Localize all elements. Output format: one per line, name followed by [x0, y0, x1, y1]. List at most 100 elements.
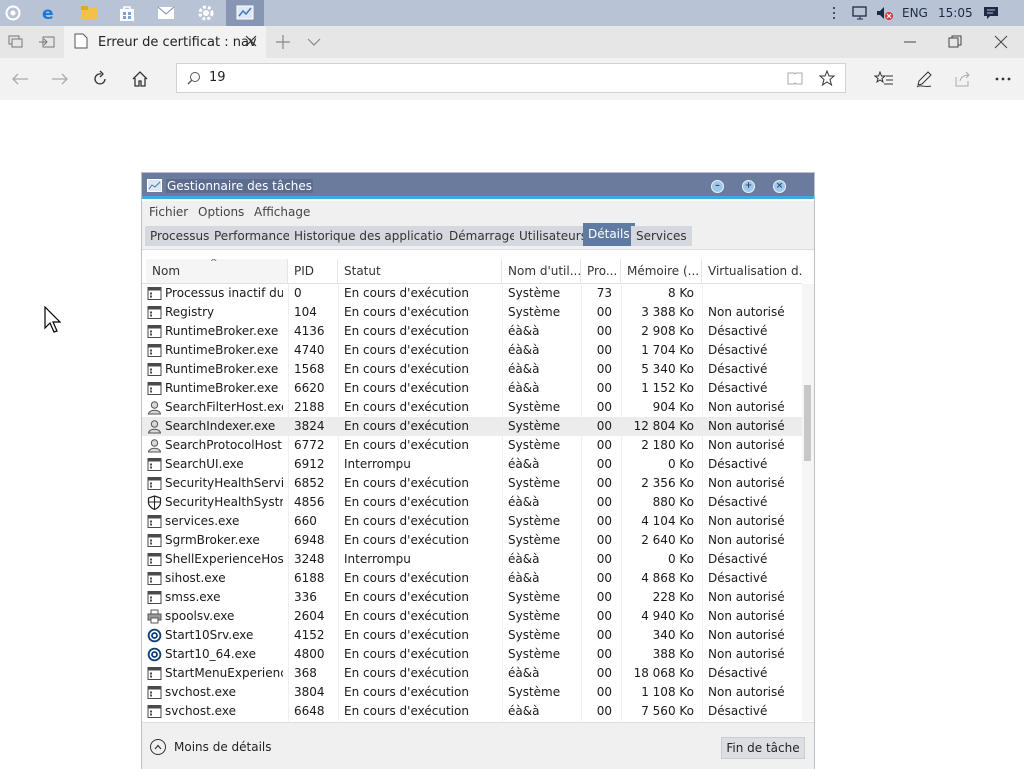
- process-virtualization: Désactivé: [708, 381, 768, 395]
- menu-options[interactable]: Options: [198, 205, 244, 219]
- tab-utilisateurs[interactable]: Utilisateurs: [514, 226, 592, 246]
- restore-icon[interactable]: [948, 35, 962, 52]
- reading-view-icon[interactable]: [787, 71, 803, 88]
- back-arrow-icon[interactable]: [8, 68, 32, 90]
- table-row[interactable]: spoolsv.exe 2604 En cours d'exécution Systè…: [142, 607, 802, 626]
- set-tabs-aside-icon[interactable]: [38, 35, 56, 52]
- table-row[interactable]: Registry 104 En cours d'exécution Système 00…: [142, 303, 802, 322]
- minimize-icon[interactable]: –: [711, 180, 724, 193]
- process-memory: 1 704 Ko: [641, 343, 694, 357]
- close-tab-icon[interactable]: [244, 34, 258, 51]
- home-icon[interactable]: [128, 68, 152, 90]
- table-row[interactable]: SearchProtocolHost.... 6772 En cours d'exé…: [142, 436, 802, 455]
- table-row[interactable]: RuntimeBroker.exe 6620 En cours d'exécutio…: [142, 379, 802, 398]
- menu-bar: Fichier Options Affichage: [142, 201, 814, 223]
- process-table-body: Processus inactif du ... 0 En cours d'exéc…: [142, 284, 802, 721]
- task-manager-titlebar[interactable]: Gestionnaire des tâches – + ×: [142, 173, 814, 199]
- table-row[interactable]: Processus inactif du ... 0 En cours d'exéc…: [142, 284, 802, 303]
- process-status: En cours d'exécution: [344, 476, 469, 490]
- table-row[interactable]: sihost.exe 6188 En cours d'exécution éà&à 00…: [142, 569, 802, 588]
- process-user: éà&à: [508, 495, 540, 509]
- table-row[interactable]: svchost.exe 3804 En cours d'exécution Systè…: [142, 683, 802, 702]
- language-indicator[interactable]: ENG: [902, 0, 928, 26]
- table-row[interactable]: RuntimeBroker.exe 4136 En cours d'exécutio…: [142, 322, 802, 341]
- column-header-memory[interactable]: Mémoire (...: [621, 259, 702, 283]
- more-options-icon[interactable]: [991, 68, 1015, 90]
- forward-arrow-icon[interactable]: [48, 68, 72, 90]
- table-row[interactable]: Start10_64.exe 4800 En cours d'exécution Sy…: [142, 645, 802, 664]
- process-name: RuntimeBroker.exe: [165, 343, 279, 357]
- column-header-statut[interactable]: Statut: [338, 259, 502, 283]
- tab-list-chevron-down-icon[interactable]: [307, 36, 321, 50]
- table-row[interactable]: Start10Srv.exe 4152 En cours d'exécution Sy…: [142, 626, 802, 645]
- tab-details[interactable]: Détails: [583, 223, 635, 246]
- edge-icon[interactable]: e: [39, 3, 59, 23]
- table-row[interactable]: SearchIndexer.exe 3824 En cours d'exécutio…: [142, 417, 802, 436]
- share-icon[interactable]: [951, 68, 975, 90]
- menu-fichier[interactable]: Fichier: [149, 205, 188, 219]
- tray-overflow-icon[interactable]: [831, 0, 837, 26]
- start-button[interactable]: [3, 3, 23, 23]
- favorites-hub-icon[interactable]: [872, 68, 896, 90]
- process-pid: 6852: [294, 476, 325, 490]
- table-row[interactable]: smss.exe 336 En cours d'exécution Système 00…: [142, 588, 802, 607]
- tab-demarrage[interactable]: Démarrage: [444, 226, 522, 246]
- task-manager-taskbar-icon[interactable]: [226, 0, 264, 26]
- table-row[interactable]: RuntimeBroker.exe 1568 En cours d'exécutio…: [142, 360, 802, 379]
- column-header-username[interactable]: Nom d'util...: [502, 259, 581, 283]
- pen-notes-icon[interactable]: [912, 68, 936, 90]
- process-pid: 104: [294, 305, 317, 319]
- scrollbar-thumb[interactable]: [804, 385, 811, 461]
- table-row[interactable]: svchost.exe 6648 En cours d'exécution éà&à 0…: [142, 702, 802, 721]
- mail-icon[interactable]: [156, 3, 176, 23]
- table-row[interactable]: SearchUI.exe 6912 Interrompu éà&à 00 0 Ko Désa…: [142, 455, 802, 474]
- new-tab-icon[interactable]: [275, 34, 291, 53]
- browser-tab-active[interactable]: Erreur de certificat : nav: [64, 26, 266, 58]
- search-user-icon: [147, 438, 162, 453]
- maximize-icon[interactable]: +: [742, 180, 755, 193]
- table-row[interactable]: SearchFilterHost.exe 2188 En cours d'exécu…: [142, 398, 802, 417]
- store-icon[interactable]: [117, 3, 137, 23]
- tab-preview-icon[interactable]: [8, 35, 24, 52]
- column-header-cpu[interactable]: Pro...: [581, 259, 621, 283]
- tab-processus[interactable]: Processus: [145, 226, 215, 246]
- process-user: Système: [508, 514, 561, 528]
- clock[interactable]: 15:05: [938, 0, 973, 26]
- close-icon[interactable]: ×: [773, 180, 786, 193]
- file-explorer-icon[interactable]: [79, 3, 99, 23]
- process-memory: 388 Ko: [652, 647, 694, 661]
- table-row[interactable]: SecurityHealthServic... 6852 En cours d'ex…: [142, 474, 802, 493]
- close-window-icon[interactable]: [994, 35, 1008, 52]
- menu-affichage[interactable]: Affichage: [254, 205, 310, 219]
- address-bar[interactable]: 19: [176, 63, 846, 93]
- column-header-virtualisation[interactable]: Virtualisation d...: [702, 259, 802, 283]
- column-header-nom[interactable]: Nom ^: [146, 259, 288, 283]
- minimize-icon[interactable]: [903, 35, 917, 52]
- tab-performance[interactable]: Performance: [209, 226, 296, 246]
- table-row[interactable]: services.exe 660 En cours d'exécution Systè…: [142, 512, 802, 531]
- table-row[interactable]: RuntimeBroker.exe 4740 En cours d'exécutio…: [142, 341, 802, 360]
- settings-gear-icon[interactable]: [196, 3, 216, 23]
- address-text[interactable]: 19: [209, 70, 226, 85]
- network-icon[interactable]: [851, 0, 869, 26]
- tab-services[interactable]: Services: [631, 226, 692, 246]
- column-header-pid[interactable]: PID: [288, 259, 338, 283]
- window-process-icon: [147, 476, 162, 491]
- favorite-star-icon[interactable]: [818, 69, 836, 89]
- table-row[interactable]: SgrmBroker.exe 6948 En cours d'exécution Sy…: [142, 531, 802, 550]
- browser-toolbar: 19: [0, 58, 1024, 100]
- fewer-details-button[interactable]: Moins de détails: [150, 739, 272, 755]
- vertical-scrollbar[interactable]: [802, 284, 814, 721]
- window-process-icon: [147, 343, 162, 358]
- refresh-icon[interactable]: [88, 68, 112, 90]
- window-process-icon: [147, 590, 162, 605]
- sort-ascending-icon: ^: [210, 259, 218, 268]
- table-row[interactable]: SecurityHealthSystra... 4856 En cours d'ex…: [142, 493, 802, 512]
- process-status: En cours d'exécution: [344, 400, 469, 414]
- end-task-button[interactable]: Fin de tâche: [721, 737, 805, 759]
- table-row[interactable]: ShellExperienceHost.... 3248 Interrompu éà&…: [142, 550, 802, 569]
- table-row[interactable]: StartMenuExperienc... 368 En cours d'exécu…: [142, 664, 802, 683]
- tab-historique[interactable]: Historique des applications: [289, 226, 462, 246]
- volume-muted-icon[interactable]: [875, 0, 895, 26]
- notifications-icon[interactable]: [983, 0, 999, 26]
